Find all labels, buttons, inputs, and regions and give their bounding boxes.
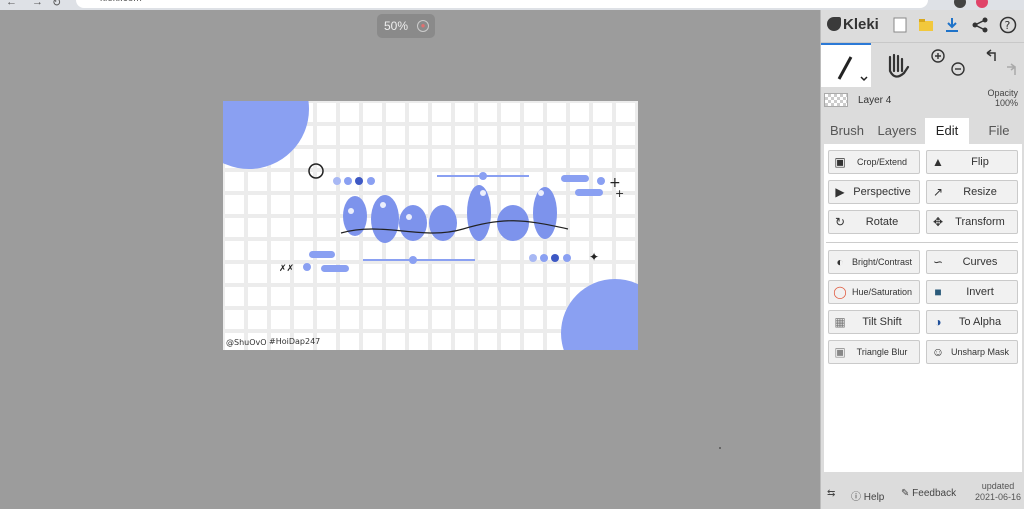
zoom-in-icon xyxy=(931,49,945,63)
artboard[interactable]: + + ✦ ✗✗ @ShuOvO #HoiDap247 xyxy=(223,101,638,350)
rotate-button[interactable]: ↻ Rotate xyxy=(828,210,920,234)
tilt-shift-icon: ▦ xyxy=(834,315,846,329)
resize-icon: ↗ xyxy=(932,185,944,199)
unsharp-icon: ☺ xyxy=(931,345,945,359)
hand-icon xyxy=(888,53,910,78)
tilt-shift-button[interactable]: ▦ Tilt Shift xyxy=(828,310,920,334)
swap-side-icon[interactable]: ⇆ xyxy=(827,488,835,499)
bright-contrast-button[interactable]: ◐ Bright/Contrast xyxy=(828,250,920,274)
layer-preview[interactable]: Layer 4 Opacity 100% xyxy=(821,88,1024,114)
edit-panel: ▣ Crop/Extend ▲ Flip ▶ Perspective ↗ Resize … xyxy=(824,144,1022,472)
open-folder-icon[interactable] xyxy=(917,16,935,34)
divider xyxy=(826,242,1018,243)
share-icon[interactable] xyxy=(971,16,989,34)
to-alpha-button[interactable]: ◑ To Alpha xyxy=(926,310,1018,334)
canvas-area[interactable]: 50% ● + + ✦ ✗✗ @ShuOvO #HoiDap247 xyxy=(0,10,820,509)
help-icon[interactable]: ? xyxy=(999,16,1017,34)
hue-icon: ◯ xyxy=(833,285,847,299)
crop-extend-button[interactable]: ▣ Crop/Extend xyxy=(828,150,920,174)
zoom-out-icon xyxy=(951,62,965,76)
tab-brush[interactable]: Brush xyxy=(825,118,869,144)
layer-opacity: Opacity 100% xyxy=(987,88,1018,108)
crop-icon: ▣ xyxy=(834,155,846,169)
invert-icon: ■ xyxy=(934,285,942,299)
zoom-indicator[interactable]: 50% ● xyxy=(377,14,435,38)
flip-icon: ▲ xyxy=(932,155,944,169)
to-alpha-icon: ◑ xyxy=(934,315,942,329)
blur-icon: ▣ xyxy=(834,345,846,359)
updated-info: updated 2021-06-16 xyxy=(974,481,1021,502)
browser-toolbar: ← → ↻ kleki.com xyxy=(0,0,1024,10)
tab-edit[interactable]: Edit xyxy=(925,118,969,144)
resize-button[interactable]: ↗ Resize xyxy=(926,180,1018,204)
svg-text:+: + xyxy=(615,187,624,200)
svg-text:✦: ✦ xyxy=(589,250,599,264)
brush-icon xyxy=(837,56,868,82)
transform-icon: ✥ xyxy=(932,215,944,229)
back-icon[interactable]: ← xyxy=(6,0,17,8)
artwork-image: + + ✦ ✗✗ @ShuOvO #HoiDap247 xyxy=(223,101,638,350)
unsharp-mask-button[interactable]: ☺ Unsharp Mask xyxy=(926,340,1018,364)
triangle-blur-button[interactable]: ▣ Triangle Blur xyxy=(828,340,920,364)
rotate-icon: ↻ xyxy=(834,215,846,229)
download-icon[interactable] xyxy=(943,16,961,34)
curves-button[interactable]: ∽ Curves xyxy=(926,250,1018,274)
new-image-icon[interactable] xyxy=(891,16,909,34)
layer-thumbnail xyxy=(824,93,848,107)
invert-button[interactable]: ■ Invert xyxy=(926,280,1018,304)
profile-avatar[interactable] xyxy=(976,0,988,8)
svg-text:?: ? xyxy=(1005,19,1011,32)
tab-file[interactable]: File xyxy=(977,118,1021,144)
transform-button[interactable]: ✥ Transform xyxy=(926,210,1018,234)
perspective-button[interactable]: ▶ Perspective xyxy=(828,180,920,204)
sidebar: Kleki ? Layer 4 Opacity 100% Brush Layer… xyxy=(820,10,1024,509)
forward-icon[interactable]: → xyxy=(32,0,43,8)
help-link[interactable]: ⓘ Help xyxy=(851,488,884,503)
logo-icon xyxy=(827,17,841,31)
watermark-user: @ShuOvO xyxy=(226,338,267,347)
hand-tool[interactable] xyxy=(873,43,923,87)
panel-tabs: Brush Layers Edit File xyxy=(821,118,1024,144)
sidebar-footer: ⇆ ⓘ Help ✎ Feedback updated 2021-06-16 xyxy=(821,479,1024,509)
tab-layers[interactable]: Layers xyxy=(873,118,921,144)
tool-row xyxy=(821,42,1024,88)
zoom-label: 50% xyxy=(384,19,409,33)
curves-icon: ∽ xyxy=(932,255,944,269)
zoom-tools[interactable] xyxy=(925,43,975,87)
feedback-link[interactable]: ✎ Feedback xyxy=(901,488,956,499)
sidebar-header: Kleki ? xyxy=(821,10,1024,42)
extension-icon[interactable] xyxy=(954,0,966,8)
redo-icon xyxy=(1007,63,1016,75)
address-bar[interactable]: kleki.com xyxy=(76,0,928,8)
flip-button[interactable]: ▲ Flip xyxy=(926,150,1018,174)
kleki-logo: Kleki xyxy=(827,16,879,33)
reload-icon[interactable]: ↻ xyxy=(52,0,61,9)
undo-icon xyxy=(986,49,996,61)
brightness-icon: ◐ xyxy=(836,255,844,269)
brush-tool[interactable] xyxy=(821,43,871,87)
canvas-speck xyxy=(719,447,721,449)
undo-redo-tools[interactable] xyxy=(975,43,1024,87)
perspective-icon: ▶ xyxy=(835,185,845,199)
hue-saturation-button[interactable]: ◯ Hue/Saturation xyxy=(828,280,920,304)
zoom-reset-icon[interactable]: ● xyxy=(417,20,429,32)
layer-name: Layer 4 xyxy=(858,95,892,106)
watermark-tag: #HoiDap247 xyxy=(269,337,320,346)
svg-text:✗✗: ✗✗ xyxy=(279,264,294,274)
